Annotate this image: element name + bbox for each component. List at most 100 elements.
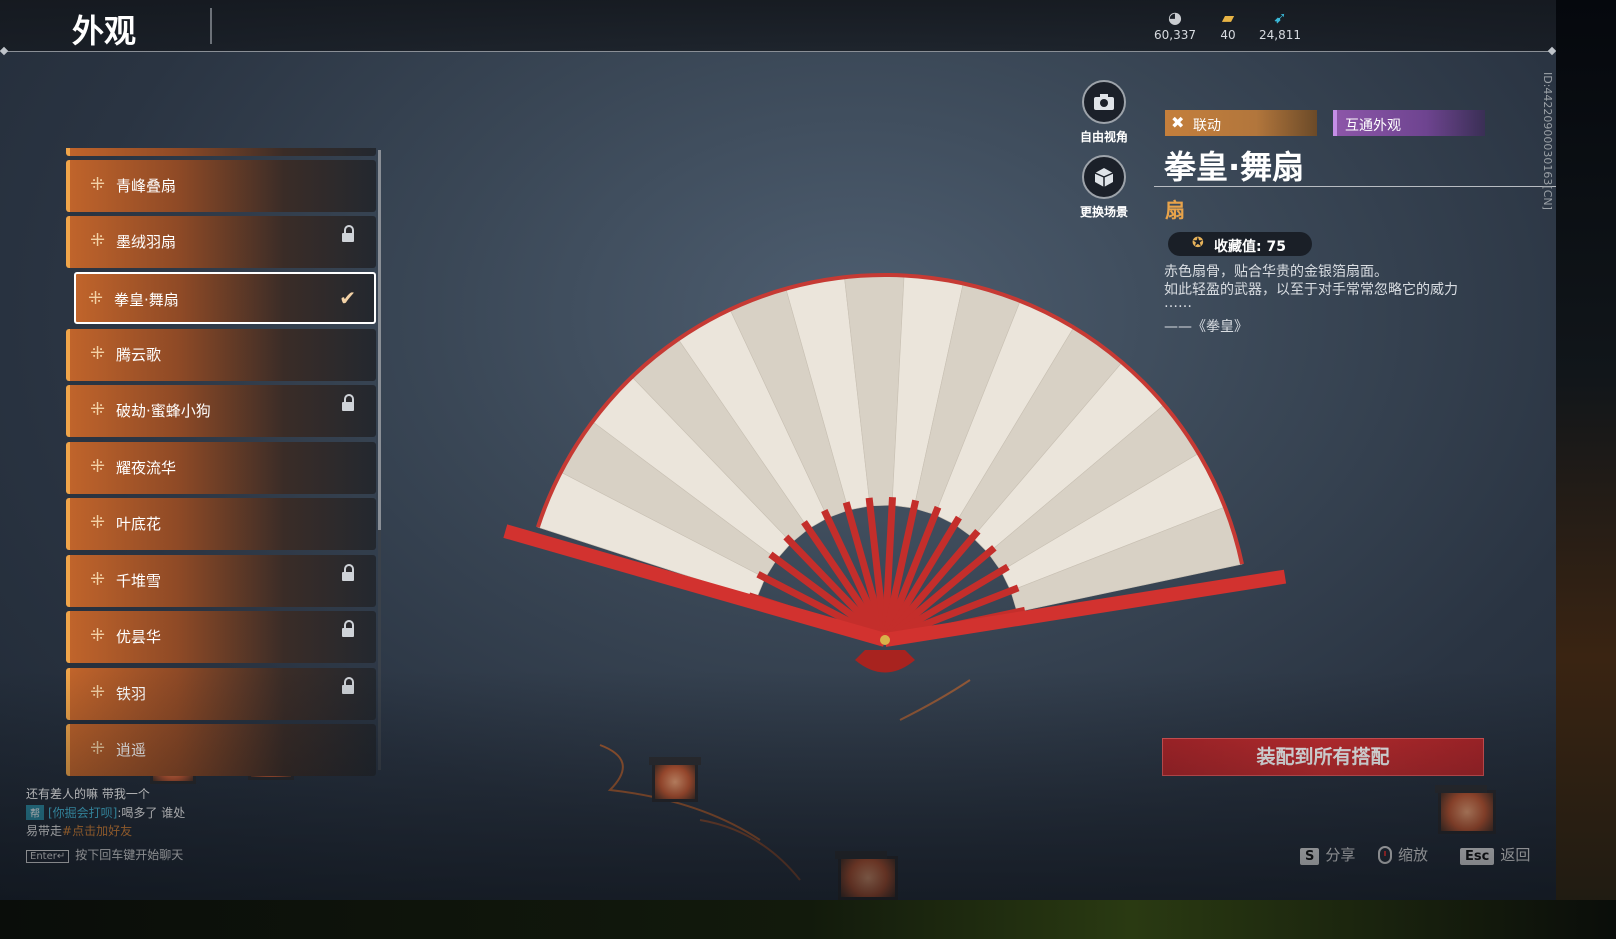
lantern <box>835 851 898 900</box>
background-edge <box>1556 0 1616 939</box>
shared-tag-label: 互通外观 <box>1345 118 1401 134</box>
back-label: 返回 <box>1500 846 1531 864</box>
enter-key-icon: Enter↵ <box>26 850 70 863</box>
item-description-line: 如此轻盈的武器，以至于对手常常忽略它的威力 <box>1164 282 1458 298</box>
list-item[interactable]: ⁜ 墨绒羽扇 <box>66 216 376 268</box>
appearance-list: ⁜ 青峰叠扇 ⁜ 墨绒羽扇 ⁜ 拳皇·舞扇 ✔ ⁜ 腾云歌 ⁜ 破劫·蜜蜂小狗 … <box>66 148 384 800</box>
collab-tag-label: 联动 <box>1193 118 1221 134</box>
list-item-label: 拳皇·舞扇 <box>114 291 179 309</box>
lock-icon <box>342 677 354 695</box>
collab-tag: ✖ 联动 <box>1165 110 1317 136</box>
list-item-selected[interactable]: ⁜ 拳皇·舞扇 ✔ <box>74 272 376 324</box>
chat-line: 易带走#点击加好友 <box>26 822 132 839</box>
chat-text: :喝多了 谁处 <box>117 806 186 820</box>
chat-hint-text: 按下回车键开始聊天 <box>75 848 184 862</box>
item-mark-icon: ⁜ <box>90 738 106 759</box>
item-name: 拳皇·舞扇 <box>1164 148 1305 186</box>
item-mark-icon: ⁜ <box>90 343 106 364</box>
chat-line: 帮 [你掘会打呗]:喝多了 谁处 <box>26 804 185 821</box>
item-type: 扇 <box>1165 198 1185 222</box>
chat-line: 还有差人的嘛 带我一个 <box>26 785 150 802</box>
item-mark-icon: ⁜ <box>90 174 106 195</box>
list-item[interactable]: ⁜ 优昙华 <box>66 611 376 663</box>
currency-ticket-value: 40 <box>1220 28 1236 42</box>
list-item[interactable]: ⁜ 耀夜流华 <box>66 442 376 494</box>
list-item-label: 优昙华 <box>116 628 162 646</box>
mouse-wheel-icon <box>1378 846 1392 864</box>
list-item-label: 铁羽 <box>116 685 147 703</box>
title-divider <box>210 8 212 44</box>
list-item-label: 墨绒羽扇 <box>116 233 177 251</box>
lantern <box>649 757 701 802</box>
item-description-line: 赤色扇骨，贴合华贵的金银箔扇面。 <box>1164 264 1388 280</box>
item-id-text: ID:4422090003016​3[CN] <box>1541 72 1554 210</box>
collection-value-label: 收藏值: 75 <box>1214 239 1286 255</box>
list-item[interactable]: ⁜ 青峰叠扇 <box>66 160 376 212</box>
page-title: 外观 <box>72 12 137 50</box>
lock-icon <box>342 225 354 243</box>
chat-channel-tag: 帮 <box>26 805 44 820</box>
change-scene-button[interactable]: 更换场景 <box>1064 155 1144 220</box>
list-item[interactable]: ⁜ 千堆雪 <box>66 555 376 607</box>
list-item-label: 逍遥 <box>116 741 147 759</box>
free-view-label: 自由视角 <box>1079 130 1128 144</box>
list-item[interactable]: ⁜ 叶底花 <box>66 498 376 550</box>
shared-appearance-tag: 互通外观 <box>1333 110 1485 136</box>
lantern <box>147 739 199 784</box>
add-friend-link[interactable]: #点击加好友 <box>62 824 132 838</box>
free-view-button[interactable]: 自由视角 <box>1064 80 1144 145</box>
share-label: 分享 <box>1325 846 1356 864</box>
zoom-hotkey[interactable]: 缩放 <box>1378 844 1428 865</box>
item-mark-icon: ⁜ <box>90 569 106 590</box>
item-mark-icon: ⁜ <box>90 230 106 251</box>
item-mark-icon: ⁜ <box>90 512 106 533</box>
currency-feather: ➹ 24,811 <box>1248 8 1312 42</box>
background-edge <box>0 900 1616 939</box>
list-item[interactable]: ⁜ 逍遥 <box>66 724 376 776</box>
item-mark-icon: ⁜ <box>90 625 106 646</box>
lantern <box>1435 785 1496 834</box>
currency-feather-value: 24,811 <box>1259 28 1301 42</box>
chat-input-hint[interactable]: Enter↵ 按下回车键开始聊天 <box>26 846 183 863</box>
check-icon: ✔ <box>339 286 356 310</box>
esc-key-icon: Esc <box>1460 848 1495 865</box>
zoom-label: 缩放 <box>1398 846 1429 864</box>
name-divider <box>1154 186 1556 187</box>
lock-icon <box>342 564 354 582</box>
top-bar: 外观 ◕ 60,337 ▰ 40 ➹ 24,811 <box>0 0 1556 52</box>
feather-icon: ➹ <box>1273 8 1287 27</box>
equip-all-label: 装配到所有搭配 <box>1256 746 1390 768</box>
list-item[interactable]: ⁜ 腾云歌 <box>66 329 376 381</box>
camera-icon <box>1082 80 1126 124</box>
preview-scene[interactable]: 外观 ◕ 60,337 ▰ 40 ➹ 24,811 ⁜ 青峰叠扇 ⁜ 墨绒羽扇 <box>0 0 1556 900</box>
list-item-label: 叶底花 <box>116 515 162 533</box>
list-item[interactable]: ⁜ 破劫·蜜蜂小狗 <box>66 385 376 437</box>
collection-value-badge: ✪ 收藏值: 75 <box>1168 232 1312 256</box>
header-divider <box>6 51 1550 52</box>
back-hotkey[interactable]: Esc 返回 <box>1460 844 1530 865</box>
item-mark-icon: ⁜ <box>88 288 104 309</box>
equip-all-button[interactable]: 装配到所有搭配 <box>1162 738 1484 776</box>
change-scene-label: 更换场景 <box>1079 205 1128 219</box>
item-description-source: ——《拳皇》 <box>1164 319 1248 335</box>
collection-icon: ✪ <box>1192 235 1204 251</box>
list-item[interactable]: ⁜ 铁羽 <box>66 668 376 720</box>
lock-icon <box>342 394 354 412</box>
list-item-label: 耀夜流华 <box>116 459 177 477</box>
chat-text: 还有差人的嘛 带我一个 <box>26 787 150 801</box>
share-hotkey[interactable]: S 分享 <box>1300 844 1355 865</box>
list-item-label: 青峰叠扇 <box>116 177 177 195</box>
list-item-label: 腾云歌 <box>116 346 162 364</box>
chat-sender[interactable]: [你掘会打呗] <box>48 806 117 820</box>
list-item-label: 破劫·蜜蜂小狗 <box>116 402 211 420</box>
item-mark-icon: ⁜ <box>90 399 106 420</box>
collab-icon: ✖ <box>1171 113 1185 132</box>
list-item-label: 千堆雪 <box>116 572 162 590</box>
lantern <box>245 735 297 780</box>
share-key-icon: S <box>1300 848 1320 865</box>
lock-icon <box>342 620 354 638</box>
item-mark-icon: ⁜ <box>90 682 106 703</box>
chat-text: 易带走 <box>26 824 63 838</box>
item-description-line: …… <box>1164 295 1192 311</box>
list-item[interactable] <box>66 148 376 156</box>
